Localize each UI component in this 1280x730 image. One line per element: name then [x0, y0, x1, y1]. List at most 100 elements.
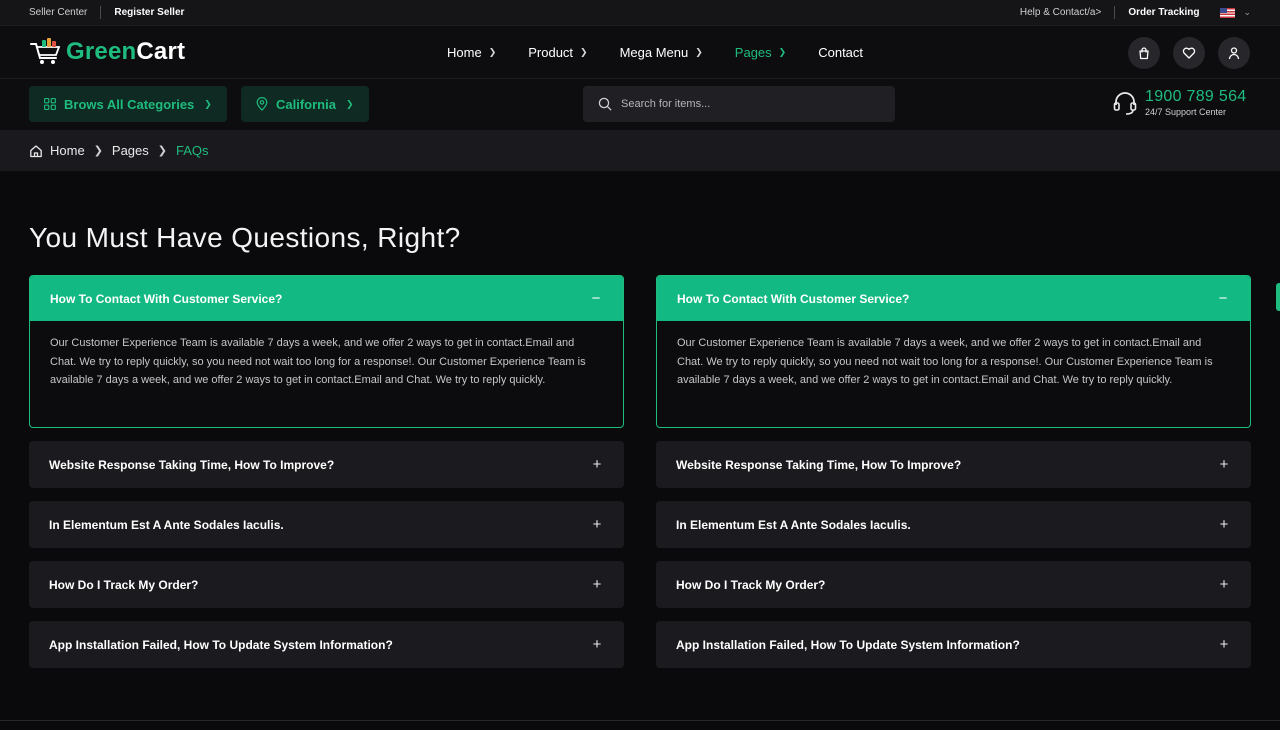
nav-item-pages[interactable]: Pages ❯ [735, 45, 786, 60]
faq-item[interactable]: Website Response Taking Time, How To Imp… [656, 441, 1251, 488]
faq-item-open: How To Contact With Customer Service? − … [656, 275, 1251, 428]
plus-icon[interactable]: + [590, 516, 604, 533]
faq-question: How Do I Track My Order? [49, 577, 199, 592]
nav-item-home[interactable]: Home ❯ [447, 45, 496, 60]
faq-item[interactable]: App Installation Failed, How To Update S… [29, 621, 624, 668]
top-utility-bar: Seller Center Register Seller Help & Con… [0, 0, 1280, 26]
chevron-right-icon: ❯ [93, 145, 103, 157]
nav-label: Contact [818, 45, 864, 60]
chevron-down-icon: ❯ [695, 47, 703, 57]
breadcrumb-current: FAQs [176, 143, 209, 158]
nav-label: Product [528, 45, 574, 60]
plus-icon[interactable]: + [590, 576, 604, 593]
topbar-right: Help & Contact/a> Order Tracking ⌄ [1020, 6, 1251, 19]
faq-item[interactable]: How Do I Track My Order? + [656, 561, 1251, 608]
support-contact: 1900 789 564 24/7 Support Center [1112, 88, 1246, 117]
chevron-down-icon: ❯ [778, 47, 787, 57]
cart-logo-icon [30, 38, 61, 64]
nav-label: Pages [734, 45, 772, 60]
chevron-down-icon: ❯ [488, 47, 497, 57]
faq-item[interactable]: In Elementum Est A Ante Sodales Iaculis.… [656, 501, 1251, 548]
user-icon [1228, 47, 1240, 60]
logo[interactable]: GreenCart [29, 37, 185, 67]
faq-column-left: How To Contact With Customer Service? − … [29, 275, 624, 668]
nav-item-mega-menu[interactable]: Mega Menu ❯ [620, 45, 703, 60]
faq-item[interactable]: In Elementum Est A Ante Sodales Iaculis.… [29, 501, 624, 548]
support-label: 24/7 Support Center [1145, 107, 1227, 117]
page-title: You Must Have Questions, Right? [29, 222, 461, 253]
chevron-down-icon[interactable]: ⌄ [1243, 7, 1251, 18]
chevron-down-icon: ❯ [580, 47, 588, 57]
location-select[interactable]: California ❯ [241, 86, 369, 122]
nav-item-product[interactable]: Product ❯ [528, 45, 587, 60]
faq-question: Website Response Taking Time, How To Imp… [676, 457, 962, 472]
order-tracking-link[interactable]: Order Tracking [1128, 7, 1199, 18]
faq-question: In Elementum Est A Ante Sodales Iaculis. [49, 517, 284, 532]
search-input[interactable] [621, 98, 871, 110]
faq-item[interactable]: Website Response Taking Time, How To Imp… [29, 441, 624, 488]
topbar-left: Seller Center Register Seller [29, 6, 184, 19]
faq-column-right: How To Contact With Customer Service? − … [656, 275, 1251, 668]
us-flag-icon[interactable] [1220, 7, 1236, 18]
breadcrumb: Home ❯ Pages ❯ FAQs [0, 130, 1280, 171]
chevron-down-icon: ❯ [204, 98, 212, 109]
breadcrumb-pages[interactable]: Pages [112, 143, 149, 158]
home-icon [30, 144, 42, 157]
faq-question: App Installation Failed, How To Update S… [676, 637, 1020, 652]
minus-icon[interactable]: − [589, 290, 603, 307]
main-header: GreenCart Home ❯ Product ❯ Mega Menu ❯ P… [0, 26, 1280, 79]
cart-icon [1139, 47, 1149, 60]
seller-center-link[interactable]: Seller Center [29, 7, 87, 18]
support-number[interactable]: 1900 789 564 [1145, 88, 1246, 106]
location-pin-icon [256, 97, 268, 111]
help-contact-link[interactable]: Help & Contact/a> [1020, 7, 1101, 18]
faq-item[interactable]: How Do I Track My Order? + [29, 561, 624, 608]
wishlist-button[interactable] [1173, 37, 1205, 69]
faq-item[interactable]: App Installation Failed, How To Update S… [656, 621, 1251, 668]
chevron-down-icon: ❯ [345, 98, 354, 109]
search-icon [598, 97, 612, 111]
faq-question: In Elementum Est A Ante Sodales Iaculis. [676, 517, 911, 532]
divider [1114, 6, 1116, 19]
footer-divider [0, 720, 1280, 721]
faq-answer: Our Customer Experience Team is availabl… [677, 337, 1213, 387]
location-label: California [276, 96, 336, 112]
register-seller-link[interactable]: Register Seller [114, 7, 184, 18]
faq-question: How To Contact With Customer Service? [677, 291, 910, 306]
chevron-right-icon: ❯ [157, 145, 167, 157]
grid-icon [44, 98, 56, 110]
plus-icon[interactable]: + [590, 456, 604, 473]
faq-question-header[interactable]: How To Contact With Customer Service? − [30, 276, 623, 321]
faq-question: How Do I Track My Order? [676, 577, 826, 592]
cart-button[interactable] [1128, 37, 1160, 69]
nav-item-contact[interactable]: Contact [818, 45, 863, 60]
browse-categories-button[interactable]: Brows All Categories ❯ [29, 86, 227, 122]
header-actions [1115, 37, 1250, 69]
headset-icon [1113, 91, 1137, 115]
logo-text: GreenCart [66, 38, 186, 65]
nav-label: Mega Menu [619, 45, 689, 60]
heart-icon [1182, 47, 1196, 59]
plus-icon[interactable]: + [1217, 516, 1231, 533]
account-button[interactable] [1218, 37, 1250, 69]
search-box [583, 86, 895, 122]
support-text: 1900 789 564 24/7 Support Center [1145, 88, 1246, 117]
faq-answer: Our Customer Experience Team is availabl… [50, 337, 586, 387]
plus-icon[interactable]: + [1217, 636, 1231, 653]
faq-question: App Installation Failed, How To Update S… [49, 637, 393, 652]
faq-question: Website Response Taking Time, How To Imp… [49, 457, 335, 472]
faq-question-header[interactable]: How To Contact With Customer Service? − [657, 276, 1250, 321]
plus-icon[interactable]: + [1217, 456, 1231, 473]
divider [100, 6, 102, 19]
categories-label: Brows All Categories [64, 96, 195, 112]
plus-icon[interactable]: + [590, 636, 604, 653]
side-settings-tab[interactable] [1276, 283, 1280, 311]
category-search-bar: Brows All Categories ❯ California ❯ 1900… [0, 79, 1280, 130]
nav-label: Home [447, 45, 482, 60]
main-nav: Home ❯ Product ❯ Mega Menu ❯ Pages ❯ Con… [447, 26, 895, 79]
faq-question: How To Contact With Customer Service? [50, 291, 283, 306]
breadcrumb-home[interactable]: Home [50, 143, 85, 158]
minus-icon[interactable]: − [1216, 290, 1230, 307]
plus-icon[interactable]: + [1217, 576, 1231, 593]
faq-item-open: How To Contact With Customer Service? − … [29, 275, 624, 428]
